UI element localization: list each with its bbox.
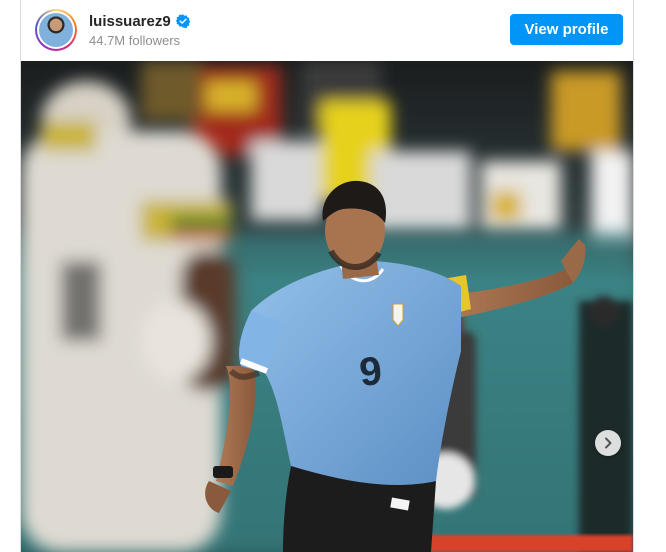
post-header: luissuarez9 44.7M followers View profile <box>21 0 635 61</box>
verified-badge-icon <box>175 14 191 29</box>
instagram-embed-card: luissuarez9 44.7M followers View profile <box>20 0 634 552</box>
chevron-right-icon <box>605 437 612 449</box>
post-image[interactable]: 9 <box>21 61 633 552</box>
profile-avatar[interactable] <box>35 9 77 51</box>
follower-count: 44.7M followers <box>89 33 181 48</box>
next-image-button[interactable] <box>595 430 621 456</box>
username-link[interactable]: luissuarez9 <box>89 13 171 30</box>
view-profile-button[interactable]: View profile <box>510 14 623 45</box>
avatar-ring-gap <box>37 11 75 49</box>
football-photo: 9 <box>21 61 633 552</box>
username-row: luissuarez9 <box>89 11 191 31</box>
svg-text:9: 9 <box>357 349 384 395</box>
avatar-photo <box>39 13 73 47</box>
